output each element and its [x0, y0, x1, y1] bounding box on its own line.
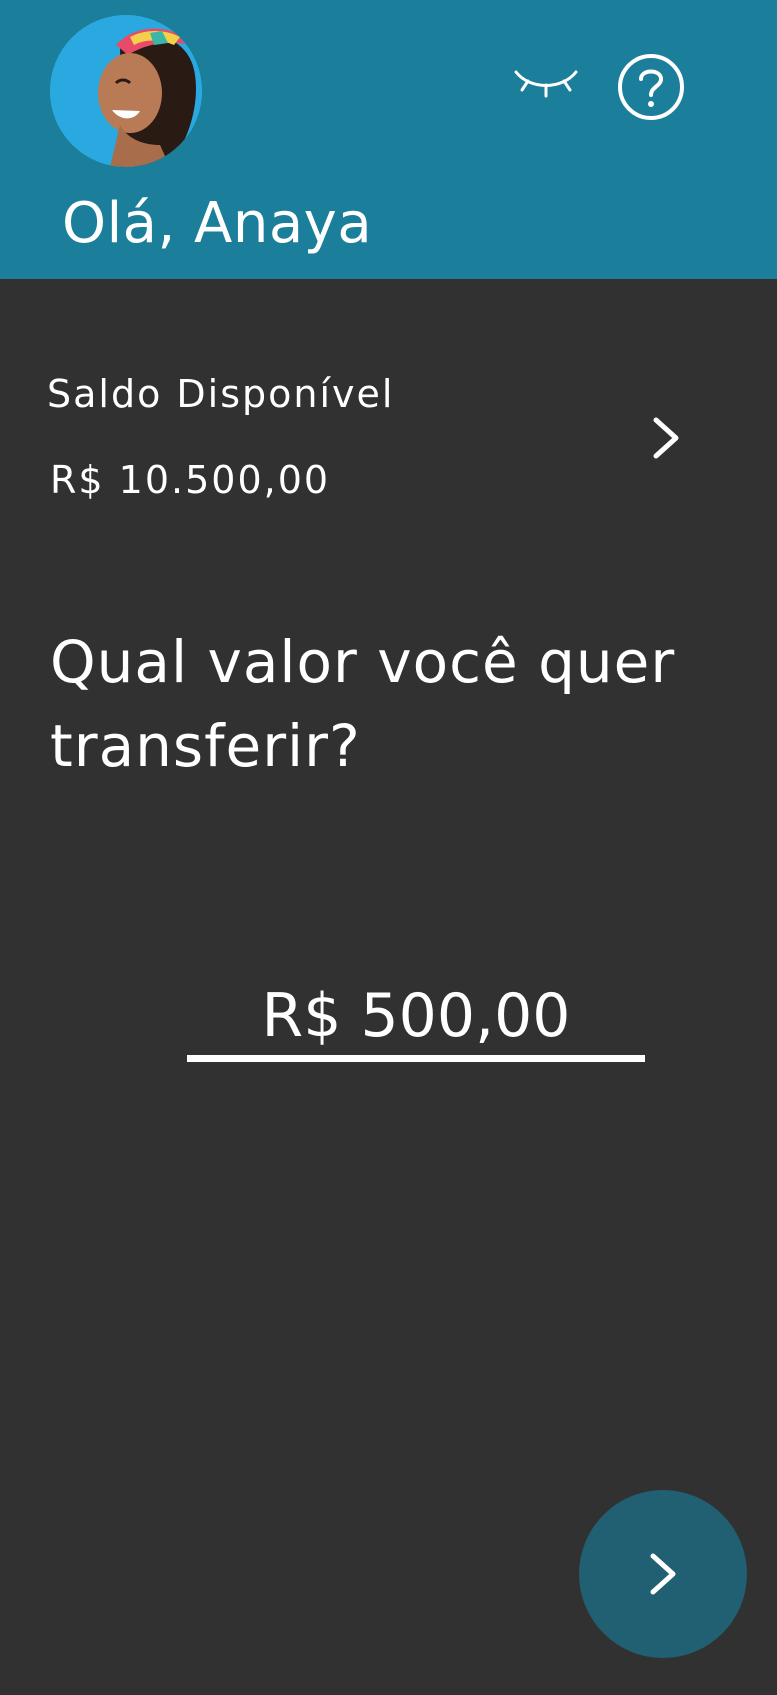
eye-closed-icon[interactable]: [512, 66, 580, 100]
balance-label: Saldo Disponível: [47, 372, 395, 416]
help-circle-icon[interactable]: [616, 52, 686, 122]
chevron-right-icon[interactable]: [648, 414, 684, 462]
transfer-question: Qual valor você quer transferir?: [50, 628, 676, 780]
chevron-right-icon: [650, 1553, 676, 1595]
balance-value: R$ 10.500,00: [50, 458, 331, 502]
header-bar: Olá, Anaya: [0, 0, 777, 279]
avatar[interactable]: [50, 15, 202, 167]
amount-value: R$ 500,00: [261, 981, 571, 1051]
greeting-text: Olá, Anaya: [62, 191, 373, 256]
next-button[interactable]: [579, 1490, 747, 1658]
amount-input[interactable]: R$ 500,00: [187, 980, 645, 1062]
avatar-image: [50, 15, 202, 167]
